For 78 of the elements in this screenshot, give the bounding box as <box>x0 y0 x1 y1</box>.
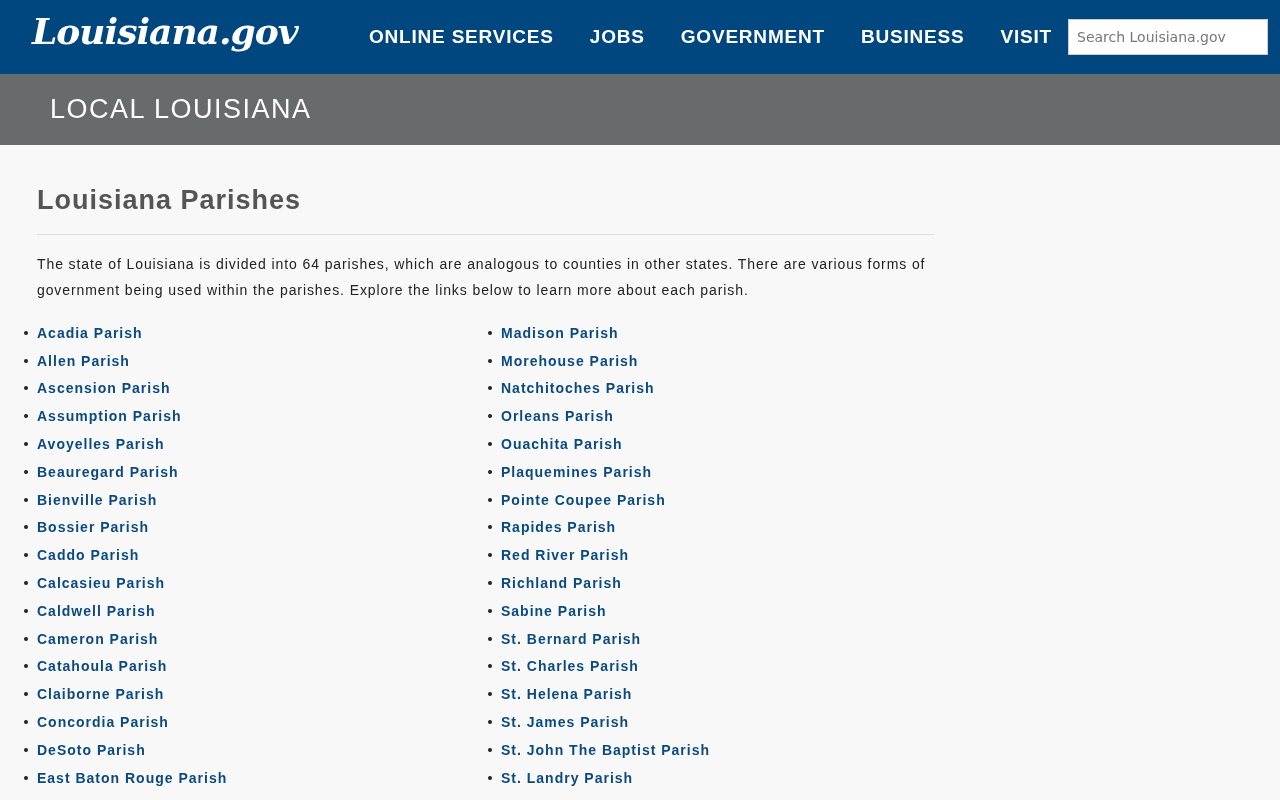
parish-link[interactable]: Beauregard Parish <box>37 463 179 480</box>
parish-link[interactable]: Caddo Parish <box>37 547 140 564</box>
parish-link[interactable]: Calcasieu Parish <box>37 575 166 592</box>
parish-link[interactable]: Claiborne Parish <box>37 686 165 703</box>
parish-link[interactable]: St. Charles Parish <box>501 658 639 675</box>
bullet-icon <box>24 720 28 725</box>
bullet-icon <box>24 775 28 780</box>
parish-link[interactable]: St. John The Baptist Parish <box>501 741 711 758</box>
bullet-icon <box>24 442 28 447</box>
parish-link[interactable]: Bienville Parish <box>37 491 158 508</box>
parish-link[interactable]: Cameron Parish <box>37 630 159 647</box>
bullet-icon <box>488 636 492 641</box>
parish-link[interactable]: St. Landry Parish <box>501 769 634 786</box>
parish-link[interactable]: Assumption Parish <box>37 408 182 425</box>
intro-paragraph: The state of Louisiana is divided into 64 parishes, which are analogous to counties in other states. There are various forms of government being used within the parishes. Explore the links below to learn more about each parish. <box>37 255 927 300</box>
bullet-icon <box>488 775 492 780</box>
nav-link[interactable]: VISIT <box>1000 26 1052 48</box>
parish-link[interactable]: St. Helena Parish <box>501 686 633 703</box>
nav-link[interactable]: ONLINE SERVICES <box>369 26 554 48</box>
bullet-icon <box>488 358 492 363</box>
parish-link[interactable]: Catahoula Parish <box>37 658 168 675</box>
page-heading: Louisiana Parishes <box>37 185 934 235</box>
parish-link[interactable]: Caldwell Parish <box>37 602 156 619</box>
bullet-icon <box>488 720 492 725</box>
bullet-icon <box>24 608 28 613</box>
banner-title: LOCAL LOUISIANA <box>50 94 312 125</box>
parish-link[interactable]: Ouachita Parish <box>501 436 623 453</box>
parish-link[interactable]: Orleans Parish <box>501 408 614 425</box>
parish-link[interactable]: Plaquemines Parish <box>501 463 653 480</box>
site-logo[interactable]: Louisiana.gov <box>32 10 298 52</box>
bullet-icon <box>24 358 28 363</box>
bullet-icon <box>24 386 28 391</box>
parish-link[interactable]: Sabine Parish <box>501 602 607 619</box>
bullet-icon <box>24 553 28 558</box>
bullet-icon <box>488 581 492 586</box>
nav-link[interactable]: BUSINESS <box>860 26 965 48</box>
bullet-icon <box>488 747 492 752</box>
bullet-icon <box>488 664 492 669</box>
parish-link[interactable]: Red River Parish <box>501 547 630 564</box>
bullet-icon <box>24 414 28 419</box>
bullet-icon <box>24 581 28 586</box>
parish-link[interactable]: East Baton Rouge Parish <box>37 769 228 786</box>
parish-link[interactable]: Richland Parish <box>501 575 622 592</box>
nav-link[interactable]: JOBS <box>589 26 645 48</box>
parish-link[interactable]: Natchitoches Parish <box>501 380 655 397</box>
bullet-icon <box>488 553 492 558</box>
bullet-icon <box>488 330 492 335</box>
parish-link[interactable]: St. Bernard Parish <box>501 630 642 647</box>
parish-link[interactable]: Avoyelles Parish <box>37 436 165 453</box>
parish-link[interactable]: Acadia Parish <box>37 324 143 341</box>
nav-link[interactable]: GOVERNMENT <box>680 26 825 48</box>
bullet-icon <box>488 386 492 391</box>
bullet-icon <box>24 636 28 641</box>
parish-link[interactable]: Bossier Parish <box>37 519 150 536</box>
bullet-icon <box>488 442 492 447</box>
parish-link[interactable]: Ascension Parish <box>37 380 171 397</box>
bullet-icon <box>24 330 28 335</box>
parish-link[interactable]: Rapides Parish <box>501 519 617 536</box>
parish-link[interactable]: Allen Parish <box>37 352 130 369</box>
bullet-icon <box>488 525 492 530</box>
search-field[interactable]: Search Louisiana.gov <box>1068 19 1268 55</box>
parish-link[interactable]: St. James Parish <box>501 714 630 731</box>
parish-link[interactable]: Morehouse Parish <box>501 352 639 369</box>
bullet-icon <box>24 525 28 530</box>
parish-link[interactable]: Madison Parish <box>501 324 619 341</box>
parish-link[interactable]: Concordia Parish <box>37 714 169 731</box>
bullet-icon <box>24 497 28 502</box>
bullet-icon <box>24 747 28 752</box>
bullet-icon <box>488 692 492 697</box>
bullet-icon <box>488 497 492 502</box>
bullet-icon <box>488 608 492 613</box>
bullet-icon <box>24 692 28 697</box>
parish-link[interactable]: Pointe Coupee Parish <box>501 491 666 508</box>
bullet-icon <box>24 664 28 669</box>
bullet-icon <box>488 414 492 419</box>
bullet-icon <box>24 469 28 474</box>
bullet-icon <box>488 469 492 474</box>
parish-link[interactable]: DeSoto Parish <box>37 741 146 758</box>
